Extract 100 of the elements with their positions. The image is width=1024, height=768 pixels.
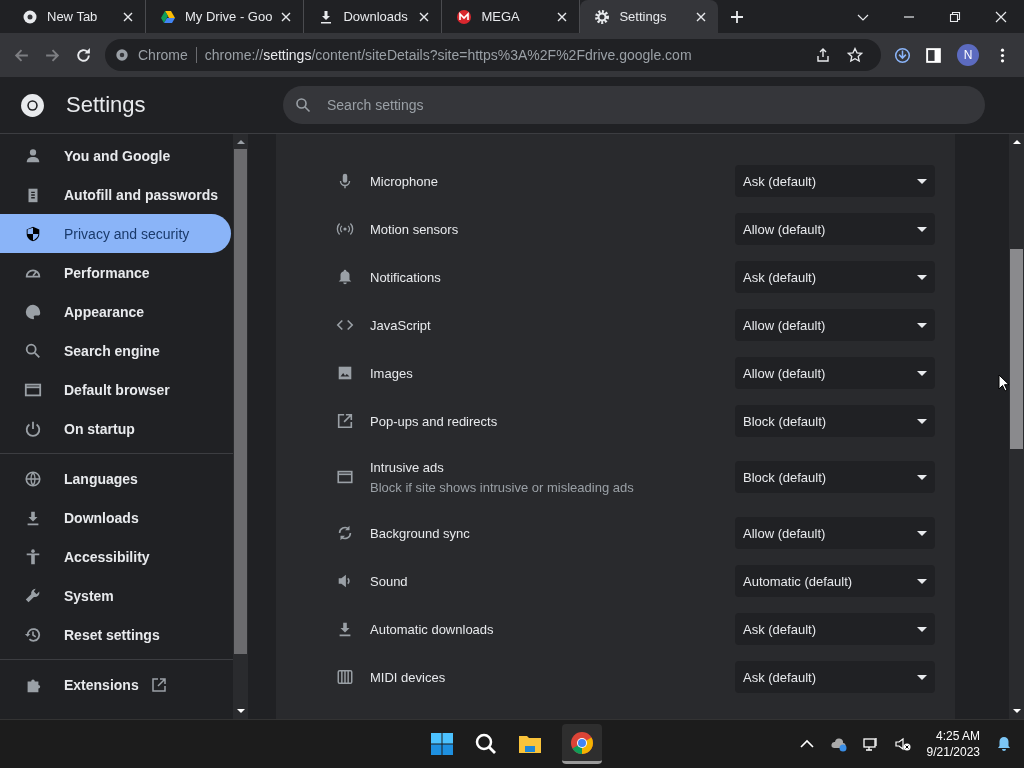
mouse-cursor-icon xyxy=(998,374,1010,392)
permission-label: Pop-ups and redirects xyxy=(370,413,499,429)
permission-description: Block if site shows intrusive or misleading ads xyxy=(370,479,635,495)
permission-dropdown[interactable]: Allow (default) xyxy=(735,309,935,341)
caret-icon xyxy=(917,226,927,232)
cloud-icon[interactable] xyxy=(830,736,847,752)
scrollbar-thumb[interactable] xyxy=(1010,249,1023,449)
taskbar-app-button[interactable] xyxy=(562,724,602,764)
scroll-up-icon[interactable] xyxy=(1012,139,1021,144)
sidebar-item[interactable]: System xyxy=(0,576,231,615)
close-icon[interactable] xyxy=(123,11,133,22)
shield-icon xyxy=(24,224,42,243)
caret-icon xyxy=(917,274,927,280)
permission-label: Background sync xyxy=(370,525,471,541)
open-external-icon xyxy=(150,676,167,693)
profile-avatar[interactable]: N xyxy=(957,44,979,66)
sidebar-item[interactable]: Extensions xyxy=(0,665,231,704)
permission-label: MIDI devices xyxy=(370,669,447,685)
sidebar-item[interactable]: Appearance xyxy=(0,292,231,331)
sync-icon xyxy=(336,524,354,542)
chrome-logo-icon xyxy=(570,730,594,755)
permission-label: Intrusive ads xyxy=(370,459,445,475)
wrench-icon xyxy=(24,586,42,605)
search-icon xyxy=(24,341,42,360)
close-icon[interactable] xyxy=(419,11,430,22)
scrollbar-thumb[interactable] xyxy=(234,149,247,654)
caret-icon xyxy=(917,418,927,424)
bell-icon[interactable] xyxy=(996,736,1012,752)
permission-label: Motion sensors xyxy=(370,221,460,237)
url-text: chrome://settings/content/siteDetails?site=https%3A%2F%2Fdrive.google.com xyxy=(204,47,692,63)
sidebar-item[interactable]: Privacy and security xyxy=(0,214,231,253)
page-title: Settings xyxy=(66,92,146,118)
scrollbar[interactable] xyxy=(233,134,248,719)
sidebar-item[interactable]: Default browser xyxy=(0,370,231,409)
caret-icon xyxy=(917,626,927,632)
close-icon[interactable] xyxy=(281,11,292,22)
sidebar-item[interactable]: Search engine xyxy=(0,331,231,370)
bell-icon xyxy=(336,268,354,286)
chrome-logo-icon xyxy=(20,92,45,118)
sidebar-item[interactable]: Downloads xyxy=(0,498,231,537)
sidebar-item[interactable]: Autofill and passwords xyxy=(0,175,231,214)
permission-dropdown[interactable]: Block (default) xyxy=(735,461,935,493)
permission-dropdown[interactable]: Ask (default) xyxy=(735,165,935,197)
download-icon[interactable] xyxy=(894,46,911,64)
browser-tab[interactable]: Settings xyxy=(580,0,719,33)
reload-icon[interactable] xyxy=(75,46,92,64)
search-input[interactable]: Search settings xyxy=(325,96,973,114)
scroll-down-icon[interactable] xyxy=(1012,709,1021,714)
piano-icon xyxy=(336,668,354,686)
permission-label: Microphone xyxy=(370,173,439,189)
new-tab-icon[interactable] xyxy=(730,9,745,24)
site-label: Chrome xyxy=(138,47,188,63)
triangle-logo-icon xyxy=(160,8,176,25)
caret-icon xyxy=(917,530,927,536)
permission-label: JavaScript xyxy=(370,317,432,333)
network-icon[interactable] xyxy=(862,736,879,752)
muted-speaker-icon[interactable] xyxy=(894,736,911,752)
star-icon[interactable] xyxy=(847,47,863,63)
close-icon[interactable] xyxy=(696,11,707,22)
scroll-down-icon[interactable] xyxy=(236,709,245,714)
sidebar-item[interactable]: Languages xyxy=(0,459,231,498)
caret-icon xyxy=(917,178,927,184)
restore-icon[interactable] xyxy=(949,10,961,23)
person-icon xyxy=(24,146,42,165)
sidebar-item[interactable]: Performance xyxy=(0,253,231,292)
scrollbar[interactable] xyxy=(1009,134,1024,719)
power-icon xyxy=(24,419,42,438)
search-field[interactable]: Search settings xyxy=(283,86,985,124)
permission-dropdown[interactable]: Ask (default) xyxy=(735,261,935,293)
permission-dropdown[interactable]: Allow (default) xyxy=(735,517,935,549)
clock-date[interactable]: 9/21/2023 xyxy=(926,745,980,759)
sidebar-item[interactable]: Accessibility xyxy=(0,537,231,576)
chrome-logo-icon xyxy=(115,48,129,62)
gear-icon xyxy=(594,8,611,25)
permission-label: Sound xyxy=(370,573,409,589)
search-icon xyxy=(295,97,311,113)
permission-dropdown[interactable]: Ask (default) xyxy=(735,613,935,645)
sidebar-item[interactable]: Reset settings xyxy=(0,615,231,654)
window-icon xyxy=(336,468,354,486)
close-icon[interactable] xyxy=(995,10,1007,23)
side-panel-icon[interactable] xyxy=(925,46,942,64)
permission-dropdown[interactable]: Automatic (default) xyxy=(735,565,935,597)
image-icon xyxy=(336,364,354,382)
permission-label: Notifications xyxy=(370,269,442,285)
close-icon[interactable] xyxy=(557,11,568,22)
permission-dropdown[interactable]: Allow (default) xyxy=(735,213,935,245)
m-logo-icon xyxy=(456,8,473,25)
accessibility-icon xyxy=(24,547,42,566)
caret-icon xyxy=(917,370,927,376)
permission-dropdown[interactable]: Block (default) xyxy=(735,405,935,437)
permission-dropdown[interactable]: Allow (default) xyxy=(735,357,935,389)
share-icon[interactable] xyxy=(815,47,831,63)
permission-dropdown[interactable]: Ask (default) xyxy=(735,661,935,693)
sidebar-item[interactable]: On startup xyxy=(0,409,231,448)
search-icon[interactable] xyxy=(474,732,498,756)
windows-start-icon[interactable] xyxy=(430,732,454,756)
clock-time[interactable]: 4:25 AM xyxy=(935,729,980,743)
address-bar[interactable]: Chrome chrome://settings/content/siteDetails?site=https%3A%2F%2Fdrive.google.com xyxy=(105,39,881,71)
caret-icon xyxy=(917,474,927,480)
sidebar-item[interactable]: You and Google xyxy=(0,136,231,175)
